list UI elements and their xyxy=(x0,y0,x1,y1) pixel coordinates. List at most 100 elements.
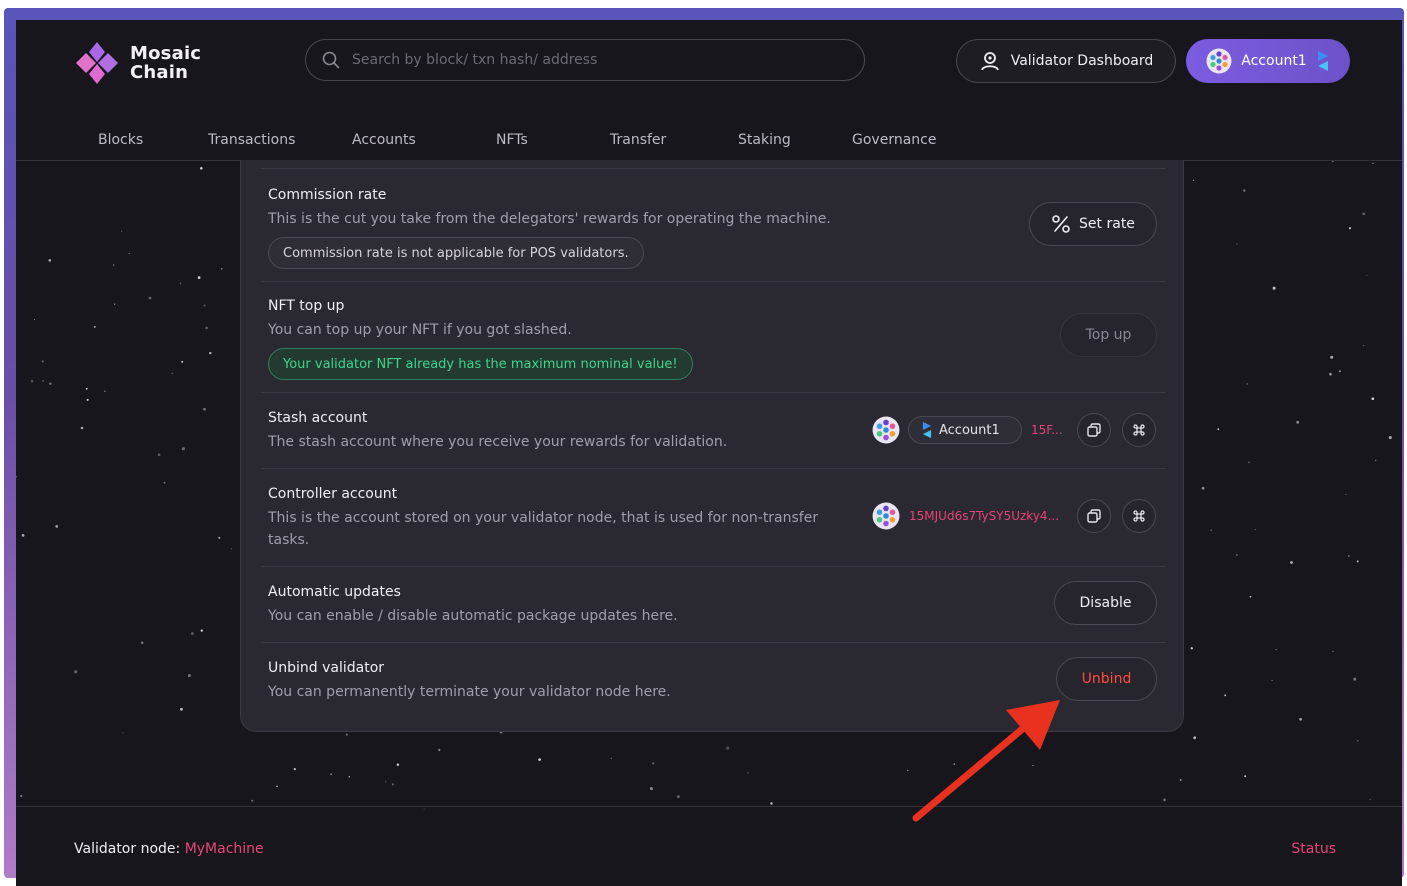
unbind-button[interactable]: Unbind xyxy=(1056,657,1157,701)
validator-settings-panel: Commission rate This is the cut you take… xyxy=(240,160,1184,732)
validator-node-label: Validator node: xyxy=(74,841,181,857)
stash-copy-button[interactable] xyxy=(1077,413,1111,447)
validator-icon xyxy=(980,52,999,71)
commission-rate-desc: This is the cut you take from the delega… xyxy=(268,211,831,227)
validator-node-info: Validator node: MyMachine xyxy=(74,841,264,857)
star-dot xyxy=(33,318,36,321)
controller-copy-button[interactable] xyxy=(1077,499,1111,533)
stash-account-chip[interactable]: Account1 xyxy=(908,416,1022,444)
star-dot xyxy=(86,398,89,401)
star-dot xyxy=(649,787,653,791)
star-dot xyxy=(1236,554,1238,556)
star-dot xyxy=(1272,286,1276,290)
logo-icon xyxy=(76,42,118,84)
search-bar[interactable] xyxy=(305,39,865,81)
logo-line1: Mosaic xyxy=(130,43,202,64)
controller-command-button[interactable] xyxy=(1122,499,1156,533)
unbind-validator-title: Unbind validator xyxy=(268,660,385,676)
star-dot xyxy=(230,548,233,550)
star-dot xyxy=(163,481,166,484)
star-dot xyxy=(190,632,194,635)
star-dot xyxy=(200,629,203,632)
unbind-label: Unbind xyxy=(1081,671,1132,687)
star-dot xyxy=(1193,179,1195,181)
disable-updates-label: Disable xyxy=(1079,595,1132,611)
star-dot xyxy=(1330,355,1334,359)
star-dot xyxy=(1224,694,1227,697)
main-nav: Blocks Transactions Accounts NFTs Transf… xyxy=(16,120,1402,161)
star-dot xyxy=(197,276,201,279)
stash-account-name: Account1 xyxy=(939,422,1000,438)
star-dot xyxy=(1032,765,1034,767)
star-dot xyxy=(1249,595,1252,598)
star-dot xyxy=(187,674,191,678)
star-dot xyxy=(20,794,23,798)
star-dot xyxy=(74,670,78,674)
star-dot xyxy=(1362,212,1366,216)
star-dot xyxy=(1210,529,1213,532)
commission-rate-row: Commission rate This is the cut you take… xyxy=(261,168,1166,282)
nav-governance[interactable]: Governance xyxy=(852,132,936,148)
search-input[interactable] xyxy=(350,51,834,69)
avatar-icon xyxy=(872,416,900,444)
validator-dashboard-button[interactable]: Validator Dashboard xyxy=(956,39,1176,83)
status-link[interactable]: Status xyxy=(1291,841,1336,857)
footer: Validator node: MyMachine Status xyxy=(16,806,1402,886)
nft-topup-status-text: Your validator NFT already has the maxim… xyxy=(283,356,678,372)
validator-node-value[interactable]: MyMachine xyxy=(185,841,264,857)
star-dot xyxy=(1329,372,1332,376)
star-dot xyxy=(676,795,680,799)
star-dot xyxy=(120,230,123,232)
disable-updates-button[interactable]: Disable xyxy=(1054,581,1157,625)
star-dot xyxy=(1348,227,1352,230)
star-dot xyxy=(396,763,400,766)
percent-icon xyxy=(1052,215,1070,233)
star-dot xyxy=(203,304,206,307)
star-dot xyxy=(610,757,612,760)
star-dot xyxy=(48,259,52,262)
star-dot xyxy=(41,360,44,363)
account-label: Account1 xyxy=(1241,53,1307,69)
nav-staking[interactable]: Staking xyxy=(738,132,791,148)
star-dot xyxy=(1243,189,1246,192)
nav-transfer[interactable]: Transfer xyxy=(610,132,666,148)
star-dot xyxy=(1372,162,1374,164)
nav-accounts[interactable]: Accounts xyxy=(352,132,416,148)
top-up-button[interactable]: Top up xyxy=(1060,313,1157,357)
star-dot xyxy=(1271,679,1273,682)
stash-account-address: 15F... xyxy=(1031,423,1063,437)
star-dot xyxy=(16,475,18,478)
star-dot xyxy=(104,390,106,392)
star-dot xyxy=(1275,648,1277,651)
star-dot xyxy=(140,641,144,645)
nav-nfts[interactable]: NFTs xyxy=(496,132,528,148)
copy-icon xyxy=(1087,423,1101,437)
nft-topup-row: NFT top up You can top up your NFT if yo… xyxy=(261,280,1166,393)
account-button[interactable]: Account1 xyxy=(1186,39,1350,83)
automatic-updates-row: Automatic updates You can enable / disab… xyxy=(261,566,1166,643)
controller-account-desc-line1: This is the account stored on your valid… xyxy=(268,510,819,526)
nav-blocks[interactable]: Blocks xyxy=(98,132,143,148)
star-dot xyxy=(42,380,44,382)
stash-account-desc: The stash account where you receive your… xyxy=(268,434,728,450)
star-dot xyxy=(205,326,208,330)
commission-rate-note-text: Commission rate is not applicable for PO… xyxy=(283,245,629,261)
star-dot xyxy=(179,282,182,285)
controller-account-desc-line2: tasks. xyxy=(268,532,310,548)
star-dot xyxy=(1193,736,1197,740)
star-dot xyxy=(1244,775,1247,778)
star-dot xyxy=(114,303,116,305)
star-dot xyxy=(385,781,387,783)
star-dot xyxy=(128,252,130,255)
stash-command-button[interactable] xyxy=(1122,413,1156,447)
nav-transactions[interactable]: Transactions xyxy=(208,132,295,148)
logo[interactable]: Mosaic Chain xyxy=(74,40,201,86)
star-dot xyxy=(221,268,223,270)
nft-topup-status-badge: Your validator NFT already has the maxim… xyxy=(268,348,693,380)
star-dot xyxy=(770,802,773,805)
star-dot xyxy=(148,296,152,300)
set-rate-button[interactable]: Set rate xyxy=(1029,202,1157,246)
star-dot xyxy=(330,773,332,776)
search-icon xyxy=(322,51,340,69)
star-dot xyxy=(907,769,909,772)
